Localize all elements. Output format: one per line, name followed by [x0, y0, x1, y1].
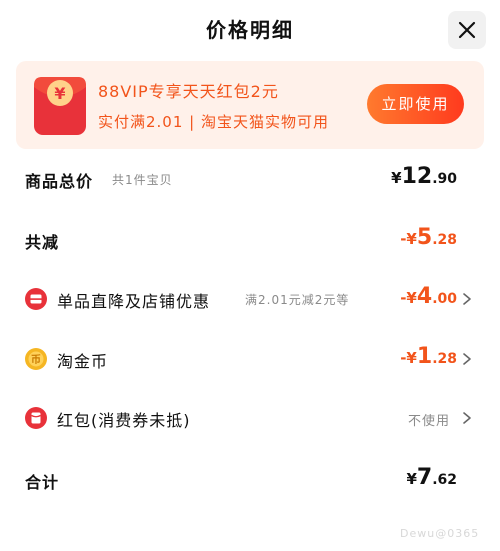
taojinbi-row[interactable]: 币 淘金币 -¥1.28 [0, 344, 500, 374]
red-packet-label: 红包(消费券未抵) [57, 411, 191, 430]
discount-icon [25, 288, 47, 310]
store-discount-row[interactable]: 单品直降及店铺优惠 满2.01元减2元等 -¥4.00 [0, 284, 500, 314]
chevron-right-icon [463, 412, 471, 424]
page-title: 价格明细 [206, 18, 294, 42]
red-packet-icon: ¥ [34, 77, 86, 135]
item-count: 共1件宝贝 [112, 173, 173, 187]
chevron-right-icon [463, 353, 471, 365]
header: 价格明细 [0, 0, 500, 58]
grand-total-amount: ¥7.62 [406, 465, 457, 490]
close-button[interactable] [448, 11, 486, 49]
red-packet-status: 不使用 [408, 414, 451, 429]
coupon-icon [25, 407, 47, 429]
total-price-amount: ¥12.90 [391, 164, 457, 189]
packet-symbol: ¥ [54, 84, 65, 103]
total-price-row: 商品总价 共1件宝贝 ¥12.90 [0, 164, 500, 194]
total-reduction-amount: -¥5.28 [400, 225, 457, 250]
store-discount-label: 单品直降及店铺优惠 [57, 292, 211, 311]
close-icon [458, 21, 476, 39]
svg-text:币: 币 [31, 354, 41, 366]
store-discount-detail: 满2.01元减2元等 [245, 293, 350, 307]
watermark: Dewu@0365 [400, 527, 480, 540]
banner-condition: 实付满2.01 | 淘宝天猫实物可用 [98, 113, 329, 131]
taojinbi-amount: -¥1.28 [400, 344, 457, 369]
total-reduction-label: 共减 [25, 233, 60, 252]
chevron-right-icon [463, 293, 471, 305]
banner-headline: 88VIP专享天天红包2元 [98, 82, 279, 101]
vip-red-packet-banner: ¥ 88VIP专享天天红包2元 实付满2.01 | 淘宝天猫实物可用 立即使用 [16, 61, 484, 149]
store-discount-amount: -¥4.00 [400, 284, 457, 309]
coin-icon: 币 [25, 348, 47, 370]
grand-total-label: 合计 [25, 473, 60, 492]
red-packet-row[interactable]: 红包(消费券未抵) 不使用 [0, 403, 500, 433]
grand-total-row: 合计 ¥7.62 [0, 465, 500, 495]
total-reduction-row: 共减 -¥5.28 [0, 225, 500, 255]
total-price-label: 商品总价 [25, 172, 94, 191]
taojinbi-label: 淘金币 [57, 352, 109, 371]
use-now-button[interactable]: 立即使用 [367, 84, 464, 124]
